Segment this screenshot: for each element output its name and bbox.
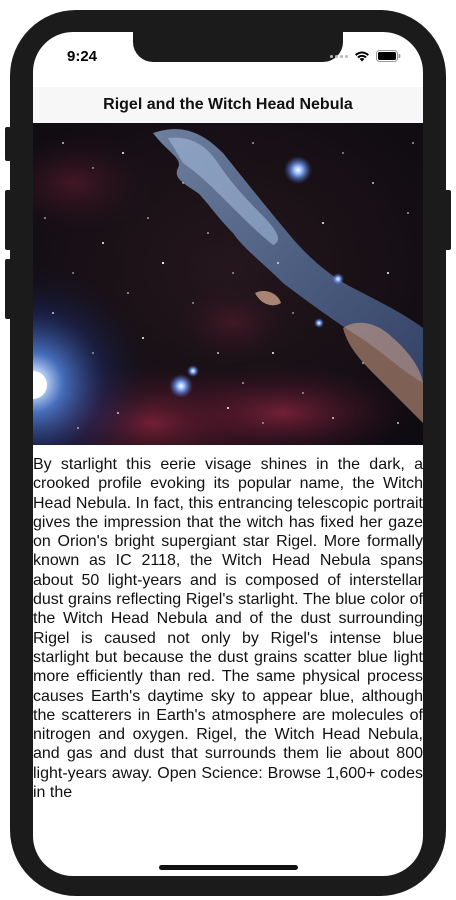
- nebula-image: [33, 123, 423, 445]
- power-button: [445, 190, 451, 250]
- volume-down-button: [5, 259, 11, 319]
- cellular-signal-dots-icon: [330, 54, 348, 58]
- nav-title: Rigel and the Witch Head Nebula: [103, 96, 353, 113]
- home-indicator[interactable]: [159, 865, 298, 870]
- battery-icon: [376, 50, 401, 62]
- article-body: By starlight this eerie visage shines in…: [33, 456, 423, 802]
- nebula-photo: [33, 123, 423, 445]
- navigation-bar: Rigel and the Witch Head Nebula: [33, 87, 423, 124]
- app-screen: 9:24 Rigel and the Witch Head Nebula By …: [33, 32, 423, 876]
- status-icons: [330, 50, 401, 62]
- status-time: 9:24: [67, 48, 98, 65]
- mute-switch: [5, 127, 11, 161]
- volume-up-button: [5, 190, 11, 250]
- notch: [133, 32, 343, 62]
- wifi-icon: [355, 51, 369, 62]
